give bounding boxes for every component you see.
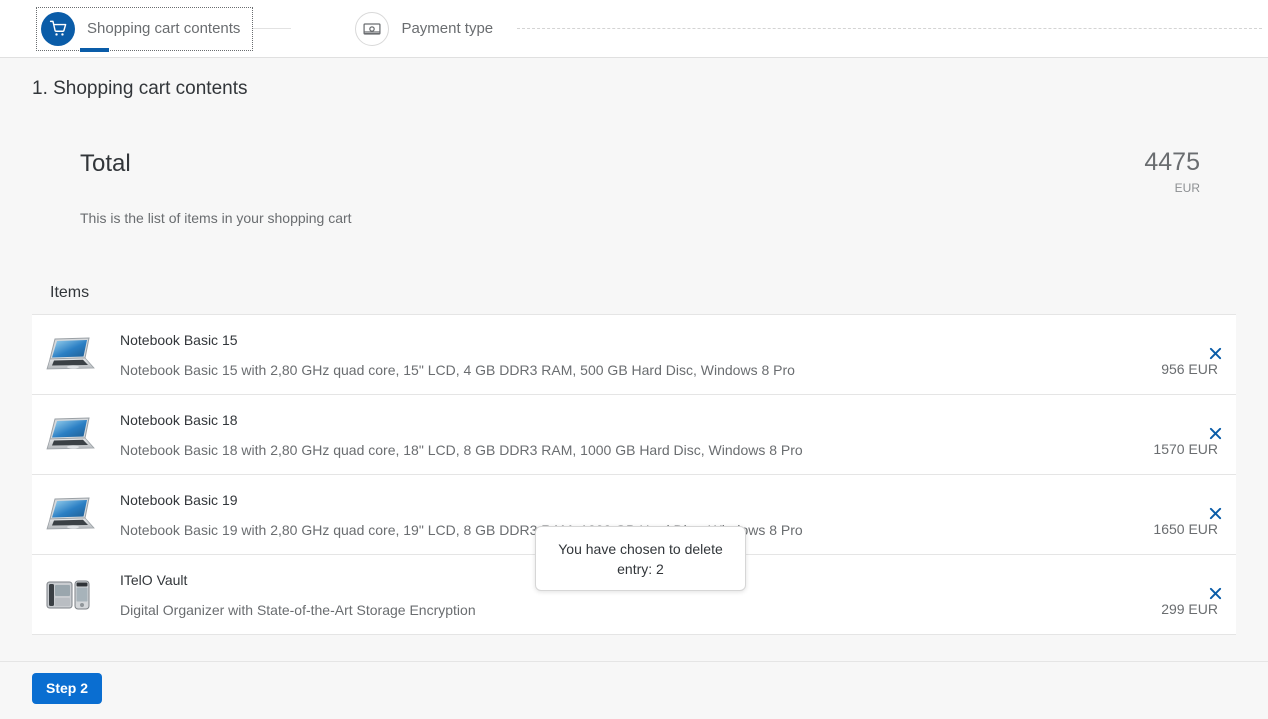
total-heading: Total (80, 150, 131, 177)
wizard-connector-solid (253, 28, 292, 29)
step-2-button[interactable]: Step 2 (32, 673, 103, 704)
wizard-progress-bar: Shopping cart contents Payment type (0, 0, 1268, 58)
wizard-step-label: Payment type (401, 20, 494, 37)
item-price: 299 EUR (1161, 601, 1218, 617)
item-price: 956 EUR (1161, 361, 1218, 377)
total-currency: EUR (1174, 181, 1200, 195)
delete-confirmation-popover: You have chosen to delete entry: 2 (535, 526, 746, 591)
wizard-step-payment-type[interactable]: Payment type (351, 7, 503, 51)
item-title: Notebook Basic 19 (120, 491, 238, 508)
cart-icon (41, 11, 75, 46)
wizard-connector-dashed (517, 28, 1262, 29)
total-section: Total This is the list of items in your … (0, 144, 1268, 254)
item-text-block: Notebook Basic 15 Notebook Basic 15 with… (120, 331, 1161, 379)
close-icon[interactable] (1204, 342, 1226, 364)
table-row[interactable]: Notebook Basic 15 Notebook Basic 15 with… (32, 315, 1236, 395)
organizer-icon (44, 569, 96, 621)
wizard-step-shopping-cart-contents[interactable]: Shopping cart contents (36, 6, 254, 52)
items-heading: Items (50, 284, 90, 301)
popover-message: You have chosen to delete entry: 2 (558, 540, 723, 577)
item-title: Notebook Basic 15 (120, 331, 238, 348)
item-price: 1650 EUR (1153, 521, 1218, 537)
active-step-underline (80, 47, 109, 52)
wizard-step-label: Shopping cart contents (87, 20, 241, 37)
item-description: Notebook Basic 18 with 2,80 GHz quad cor… (120, 441, 803, 458)
item-description: Notebook Basic 15 with 2,80 GHz quad cor… (120, 361, 795, 378)
laptop-icon (44, 409, 96, 461)
footer-bar: Step 2 (0, 661, 1268, 719)
laptop-icon (44, 329, 96, 381)
item-description: Digital Organizer with State-of-the-Art … (120, 601, 476, 618)
page-content: 1. Shopping cart contents Total This is … (0, 58, 1268, 719)
laptop-icon (44, 489, 96, 541)
table-row[interactable]: Notebook Basic 18 Notebook Basic 18 with… (32, 395, 1236, 475)
item-title: Notebook Basic 18 (120, 411, 238, 428)
item-price: 1570 EUR (1153, 441, 1218, 457)
total-subtitle: This is the list of items in your shoppi… (80, 210, 352, 226)
banknote-icon (355, 11, 390, 46)
close-icon[interactable] (1204, 582, 1226, 604)
close-icon[interactable] (1204, 422, 1226, 444)
page-title: 1. Shopping cart contents (32, 78, 248, 99)
close-icon[interactable] (1204, 502, 1226, 524)
item-text-block: Notebook Basic 18 Notebook Basic 18 with… (120, 411, 1153, 459)
total-amount-group: 4475 EUR (1144, 148, 1200, 195)
total-amount: 4475 (1144, 148, 1200, 176)
